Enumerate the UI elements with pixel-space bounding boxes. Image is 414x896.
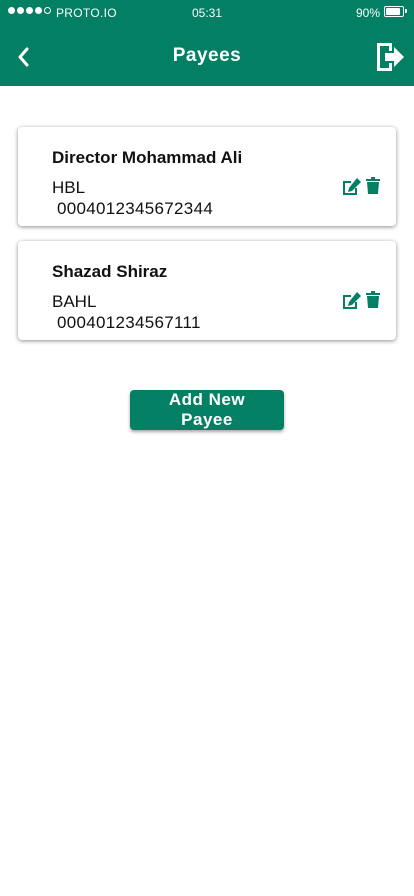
edit-icon (343, 292, 361, 309)
add-new-payee-button[interactable]: Add New Payee (130, 390, 284, 430)
payee-card: Shazad Shiraz BAHL 000401234567111 (18, 241, 396, 340)
edit-icon (343, 178, 361, 195)
payee-card: Director Mohammad Ali HBL 00040123456723… (18, 127, 396, 226)
battery-percent: 90% (355, 6, 380, 20)
battery-tip (405, 9, 407, 13)
battery-icon (384, 6, 404, 17)
edit-payee-button[interactable] (341, 291, 363, 311)
payee-bank: BAHL (52, 292, 97, 311)
status-bar: PROTO.IO 05:31 90% (0, 0, 414, 26)
edit-payee-button[interactable] (341, 177, 363, 197)
delete-payee-button[interactable] (366, 177, 380, 195)
clock: 05:31 (191, 6, 223, 20)
payee-bank: HBL (52, 178, 86, 197)
payee-name: Director Mohammad Ali (52, 148, 243, 167)
payee-name: Shazad Shiraz (52, 262, 168, 281)
trash-icon (366, 291, 380, 308)
payee-account-number: 000401234567111 (57, 313, 201, 332)
logout-icon (377, 43, 404, 71)
page-title: Payees (172, 45, 242, 66)
trash-icon (366, 177, 380, 194)
payee-account-number: 0004012345672344 (57, 199, 214, 218)
app-header: PROTO.IO 05:31 90% Payees (0, 0, 414, 86)
logout-button[interactable] (374, 40, 406, 74)
delete-payee-button[interactable] (366, 291, 380, 309)
